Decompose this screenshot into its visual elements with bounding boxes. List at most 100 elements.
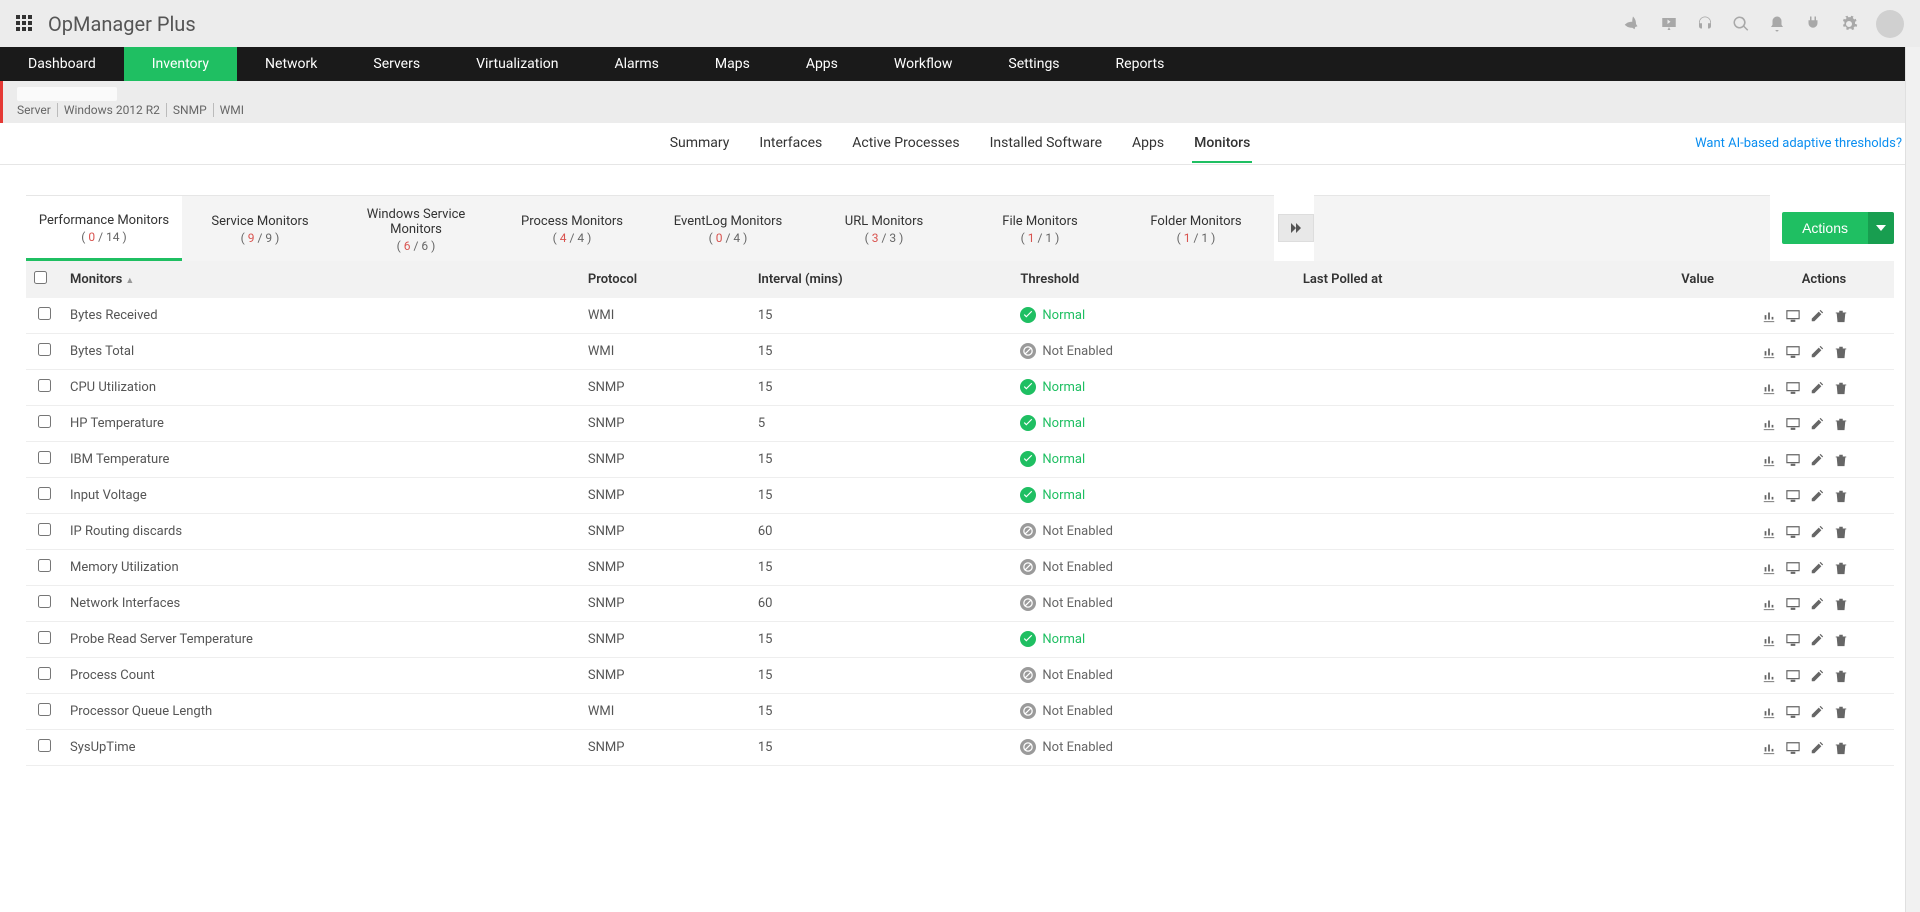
delete-icon[interactable]: [1834, 381, 1848, 395]
actions-dropdown-caret[interactable]: [1868, 212, 1894, 244]
edit-icon[interactable]: [1810, 669, 1824, 683]
edit-icon[interactable]: [1810, 453, 1824, 467]
scrollbar[interactable]: [1905, 47, 1920, 912]
row-checkbox[interactable]: [38, 523, 51, 536]
monitor-icon[interactable]: [1786, 669, 1800, 683]
col-monitors[interactable]: Monitors▲: [62, 261, 580, 298]
expand-categories-button[interactable]: [1278, 214, 1314, 242]
presentation-icon[interactable]: [1660, 15, 1678, 33]
monitor-icon[interactable]: [1786, 309, 1800, 323]
headset-icon[interactable]: [1696, 15, 1714, 33]
nav-workflow[interactable]: Workflow: [866, 47, 981, 81]
row-checkbox[interactable]: [38, 667, 51, 680]
delete-icon[interactable]: [1834, 741, 1848, 755]
edit-icon[interactable]: [1810, 417, 1824, 431]
chart-icon[interactable]: [1762, 345, 1776, 359]
row-checkbox[interactable]: [38, 451, 51, 464]
edit-icon[interactable]: [1810, 741, 1824, 755]
row-checkbox[interactable]: [38, 415, 51, 428]
monitor-icon[interactable]: [1786, 489, 1800, 503]
monitor-icon[interactable]: [1786, 705, 1800, 719]
delete-icon[interactable]: [1834, 345, 1848, 359]
delete-icon[interactable]: [1834, 633, 1848, 647]
chart-icon[interactable]: [1762, 381, 1776, 395]
nav-servers[interactable]: Servers: [345, 47, 448, 81]
chart-icon[interactable]: [1762, 597, 1776, 611]
actions-button[interactable]: Actions: [1782, 212, 1868, 244]
delete-icon[interactable]: [1834, 309, 1848, 323]
select-all-checkbox[interactable]: [34, 271, 47, 284]
bell-icon[interactable]: [1768, 15, 1786, 33]
gear-icon[interactable]: [1840, 15, 1858, 33]
monitor-icon[interactable]: [1786, 345, 1800, 359]
nav-dashboard[interactable]: Dashboard: [0, 47, 124, 81]
subtab-interfaces[interactable]: Interfaces: [757, 125, 824, 163]
edit-icon[interactable]: [1810, 705, 1824, 719]
subtab-monitors[interactable]: Monitors: [1192, 125, 1252, 163]
rocket-icon[interactable]: [1624, 15, 1642, 33]
delete-icon[interactable]: [1834, 489, 1848, 503]
nav-maps[interactable]: Maps: [687, 47, 778, 81]
chart-icon[interactable]: [1762, 705, 1776, 719]
col-interval[interactable]: Interval (mins): [750, 261, 1013, 298]
category-file-monitors[interactable]: File Monitors( 1 / 1 ): [962, 195, 1118, 261]
apps-grid-icon[interactable]: [16, 15, 34, 33]
search-icon[interactable]: [1732, 15, 1750, 33]
col-lastpolled[interactable]: Last Polled at: [1295, 261, 1544, 298]
row-checkbox[interactable]: [38, 487, 51, 500]
nav-settings[interactable]: Settings: [980, 47, 1087, 81]
chart-icon[interactable]: [1762, 489, 1776, 503]
col-protocol[interactable]: Protocol: [580, 261, 750, 298]
edit-icon[interactable]: [1810, 561, 1824, 575]
chart-icon[interactable]: [1762, 453, 1776, 467]
category-windows-service-monitors[interactable]: Windows Service Monitors( 6 / 6 ): [338, 195, 494, 261]
chart-icon[interactable]: [1762, 417, 1776, 431]
subtab-summary[interactable]: Summary: [668, 125, 732, 163]
delete-icon[interactable]: [1834, 525, 1848, 539]
nav-apps[interactable]: Apps: [778, 47, 866, 81]
ai-thresholds-link[interactable]: Want AI-based adaptive thresholds?: [1695, 136, 1902, 151]
delete-icon[interactable]: [1834, 597, 1848, 611]
nav-virtualization[interactable]: Virtualization: [448, 47, 586, 81]
chart-icon[interactable]: [1762, 561, 1776, 575]
delete-icon[interactable]: [1834, 453, 1848, 467]
edit-icon[interactable]: [1810, 597, 1824, 611]
chart-icon[interactable]: [1762, 309, 1776, 323]
row-checkbox[interactable]: [38, 379, 51, 392]
row-checkbox[interactable]: [38, 559, 51, 572]
edit-icon[interactable]: [1810, 633, 1824, 647]
subtab-apps[interactable]: Apps: [1130, 125, 1166, 163]
monitor-icon[interactable]: [1786, 561, 1800, 575]
nav-alarms[interactable]: Alarms: [586, 47, 686, 81]
subtab-active-processes[interactable]: Active Processes: [850, 125, 961, 163]
edit-icon[interactable]: [1810, 309, 1824, 323]
delete-icon[interactable]: [1834, 561, 1848, 575]
monitor-icon[interactable]: [1786, 417, 1800, 431]
edit-icon[interactable]: [1810, 489, 1824, 503]
monitor-icon[interactable]: [1786, 381, 1800, 395]
category-url-monitors[interactable]: URL Monitors( 3 / 3 ): [806, 195, 962, 261]
nav-network[interactable]: Network: [237, 47, 345, 81]
monitor-icon[interactable]: [1786, 453, 1800, 467]
category-service-monitors[interactable]: Service Monitors( 9 / 9 ): [182, 195, 338, 261]
row-checkbox[interactable]: [38, 307, 51, 320]
category-eventlog-monitors[interactable]: EventLog Monitors( 0 / 4 ): [650, 195, 806, 261]
edit-icon[interactable]: [1810, 525, 1824, 539]
plug-icon[interactable]: [1804, 15, 1822, 33]
col-value[interactable]: Value: [1544, 261, 1754, 298]
row-checkbox[interactable]: [38, 343, 51, 356]
row-checkbox[interactable]: [38, 739, 51, 752]
row-checkbox[interactable]: [38, 595, 51, 608]
subtab-installed-software[interactable]: Installed Software: [988, 125, 1104, 163]
edit-icon[interactable]: [1810, 345, 1824, 359]
chart-icon[interactable]: [1762, 669, 1776, 683]
monitor-icon[interactable]: [1786, 525, 1800, 539]
category-process-monitors[interactable]: Process Monitors( 4 / 4 ): [494, 195, 650, 261]
chart-icon[interactable]: [1762, 525, 1776, 539]
delete-icon[interactable]: [1834, 669, 1848, 683]
edit-icon[interactable]: [1810, 381, 1824, 395]
avatar[interactable]: [1876, 10, 1904, 38]
monitor-icon[interactable]: [1786, 741, 1800, 755]
delete-icon[interactable]: [1834, 705, 1848, 719]
category-folder-monitors[interactable]: Folder Monitors( 1 / 1 ): [1118, 195, 1274, 261]
